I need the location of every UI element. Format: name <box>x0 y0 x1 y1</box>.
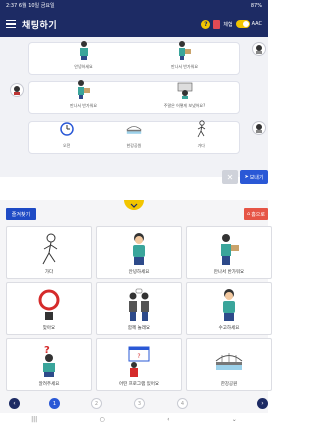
aac-label: AAC <box>251 21 262 27</box>
menu-icon[interactable] <box>6 20 16 28</box>
waving-boy-icon <box>124 231 154 267</box>
program-board-icon: ? <box>124 343 154 379</box>
chat-area: 안녕하세요 만나서 반가워요 만나서 반가워요 주말은 어떻게 보냈어요? 오전… <box>0 37 268 177</box>
symbol-card[interactable]: 안녕하세요 <box>96 226 182 279</box>
clear-button[interactable]: ✕ <box>222 170 238 184</box>
status-time: 2:37 6월 10일 금요일 <box>6 3 55 9</box>
page-3[interactable]: 3 <box>134 398 145 409</box>
pager: ‹ 1 2 3 4 › <box>0 397 268 411</box>
chat-symbol: 주말은 어떻게 보냈어요? <box>150 79 220 109</box>
correct-circle-icon <box>34 287 64 323</box>
trash-icon[interactable] <box>213 19 221 29</box>
app-bar: 채팅하기 ? 체험 AAC <box>0 11 268 37</box>
chat-symbol: 안녕하세요 <box>49 40 119 70</box>
handshake-icon <box>214 231 244 267</box>
chat-symbol: 한강공원 <box>104 119 164 149</box>
chat-symbol: 가다 <box>171 119 231 149</box>
chat-symbol: 만나서 반가워요 <box>150 40 220 70</box>
handshake-icon <box>76 79 92 99</box>
page-title: 채팅하기 <box>22 20 58 31</box>
keyboard-down-button[interactable]: ⌄ <box>232 416 237 423</box>
chat-bubble-1[interactable]: 안녕하세요 만나서 반가워요 <box>28 40 240 75</box>
avatar <box>252 121 266 135</box>
weekend-icon <box>177 79 193 99</box>
symbol-card[interactable]: 한강공원 <box>186 338 272 391</box>
chat-symbol: 만나서 반가워요 <box>49 79 119 109</box>
mode-toggle[interactable] <box>235 20 250 28</box>
question-boy-icon: ? <box>34 343 64 379</box>
next-page-button[interactable]: › <box>257 398 268 409</box>
symbol-card[interactable]: 함께 놀래요 <box>96 282 182 335</box>
clock-icon <box>59 119 75 139</box>
waving-boy-icon <box>76 40 92 60</box>
status-bar: 2:37 6월 10일 금요일 87% <box>0 0 268 11</box>
chat-symbol: 오전 <box>37 119 97 149</box>
bridge-icon <box>126 119 142 139</box>
handshake-icon <box>177 40 193 60</box>
favorites-tab[interactable]: 즐겨찾기 <box>6 208 36 220</box>
home-tab[interactable]: ⌂ 홈으로 <box>244 208 268 220</box>
two-people-icon <box>124 287 154 323</box>
avatar <box>10 83 24 97</box>
page-2[interactable]: 2 <box>91 398 102 409</box>
page-4[interactable]: 4 <box>177 398 188 409</box>
page-1[interactable]: 1 <box>49 398 60 409</box>
svg-text:?: ? <box>137 353 140 360</box>
send-button[interactable]: ➤ 보내기 <box>240 170 268 184</box>
symbol-card[interactable]: 만나서 반가워요 <box>186 226 272 279</box>
chat-bubble-2[interactable]: 만나서 반가워요 주말은 어떻게 보냈어요? <box>28 79 240 114</box>
send-icon: ➤ <box>244 174 249 180</box>
chevron-down-icon <box>130 203 138 208</box>
prev-page-button[interactable]: ‹ <box>9 398 20 409</box>
home-icon: ⌂ <box>247 211 251 217</box>
recent-apps-button[interactable]: ||| <box>31 416 37 423</box>
symbol-card[interactable]: ? 알려주세요 <box>6 338 92 391</box>
symbol-grid: 가다 안녕하세요 만나서 반가워요 맞아요 함께 놀래요 수고하세요 ? 알려주… <box>6 226 272 391</box>
symbol-card[interactable]: 가다 <box>6 226 92 279</box>
avatar <box>252 42 266 56</box>
symbol-card[interactable]: ? 어떤 프로그램 있어요 <box>96 338 182 391</box>
chat-bubble-3[interactable]: 오전 한강공원 가다 <box>28 119 240 154</box>
walking-person-icon <box>193 119 209 139</box>
symbol-card[interactable]: 맞아요 <box>6 282 92 335</box>
symbol-card[interactable]: 수고하세요 <box>186 282 272 335</box>
home-button[interactable]: ○ <box>100 416 105 423</box>
battery-status: 87% <box>250 2 262 9</box>
walking-person-icon <box>34 231 64 267</box>
mode-label: 체험 <box>223 21 233 28</box>
boy-icon <box>214 287 244 323</box>
system-nav-bar: ||| ○ ‹ ⌄ <box>0 413 268 425</box>
help-button[interactable]: ? <box>201 19 211 29</box>
bridge-icon <box>214 343 244 379</box>
back-button[interactable]: ‹ <box>167 416 169 423</box>
